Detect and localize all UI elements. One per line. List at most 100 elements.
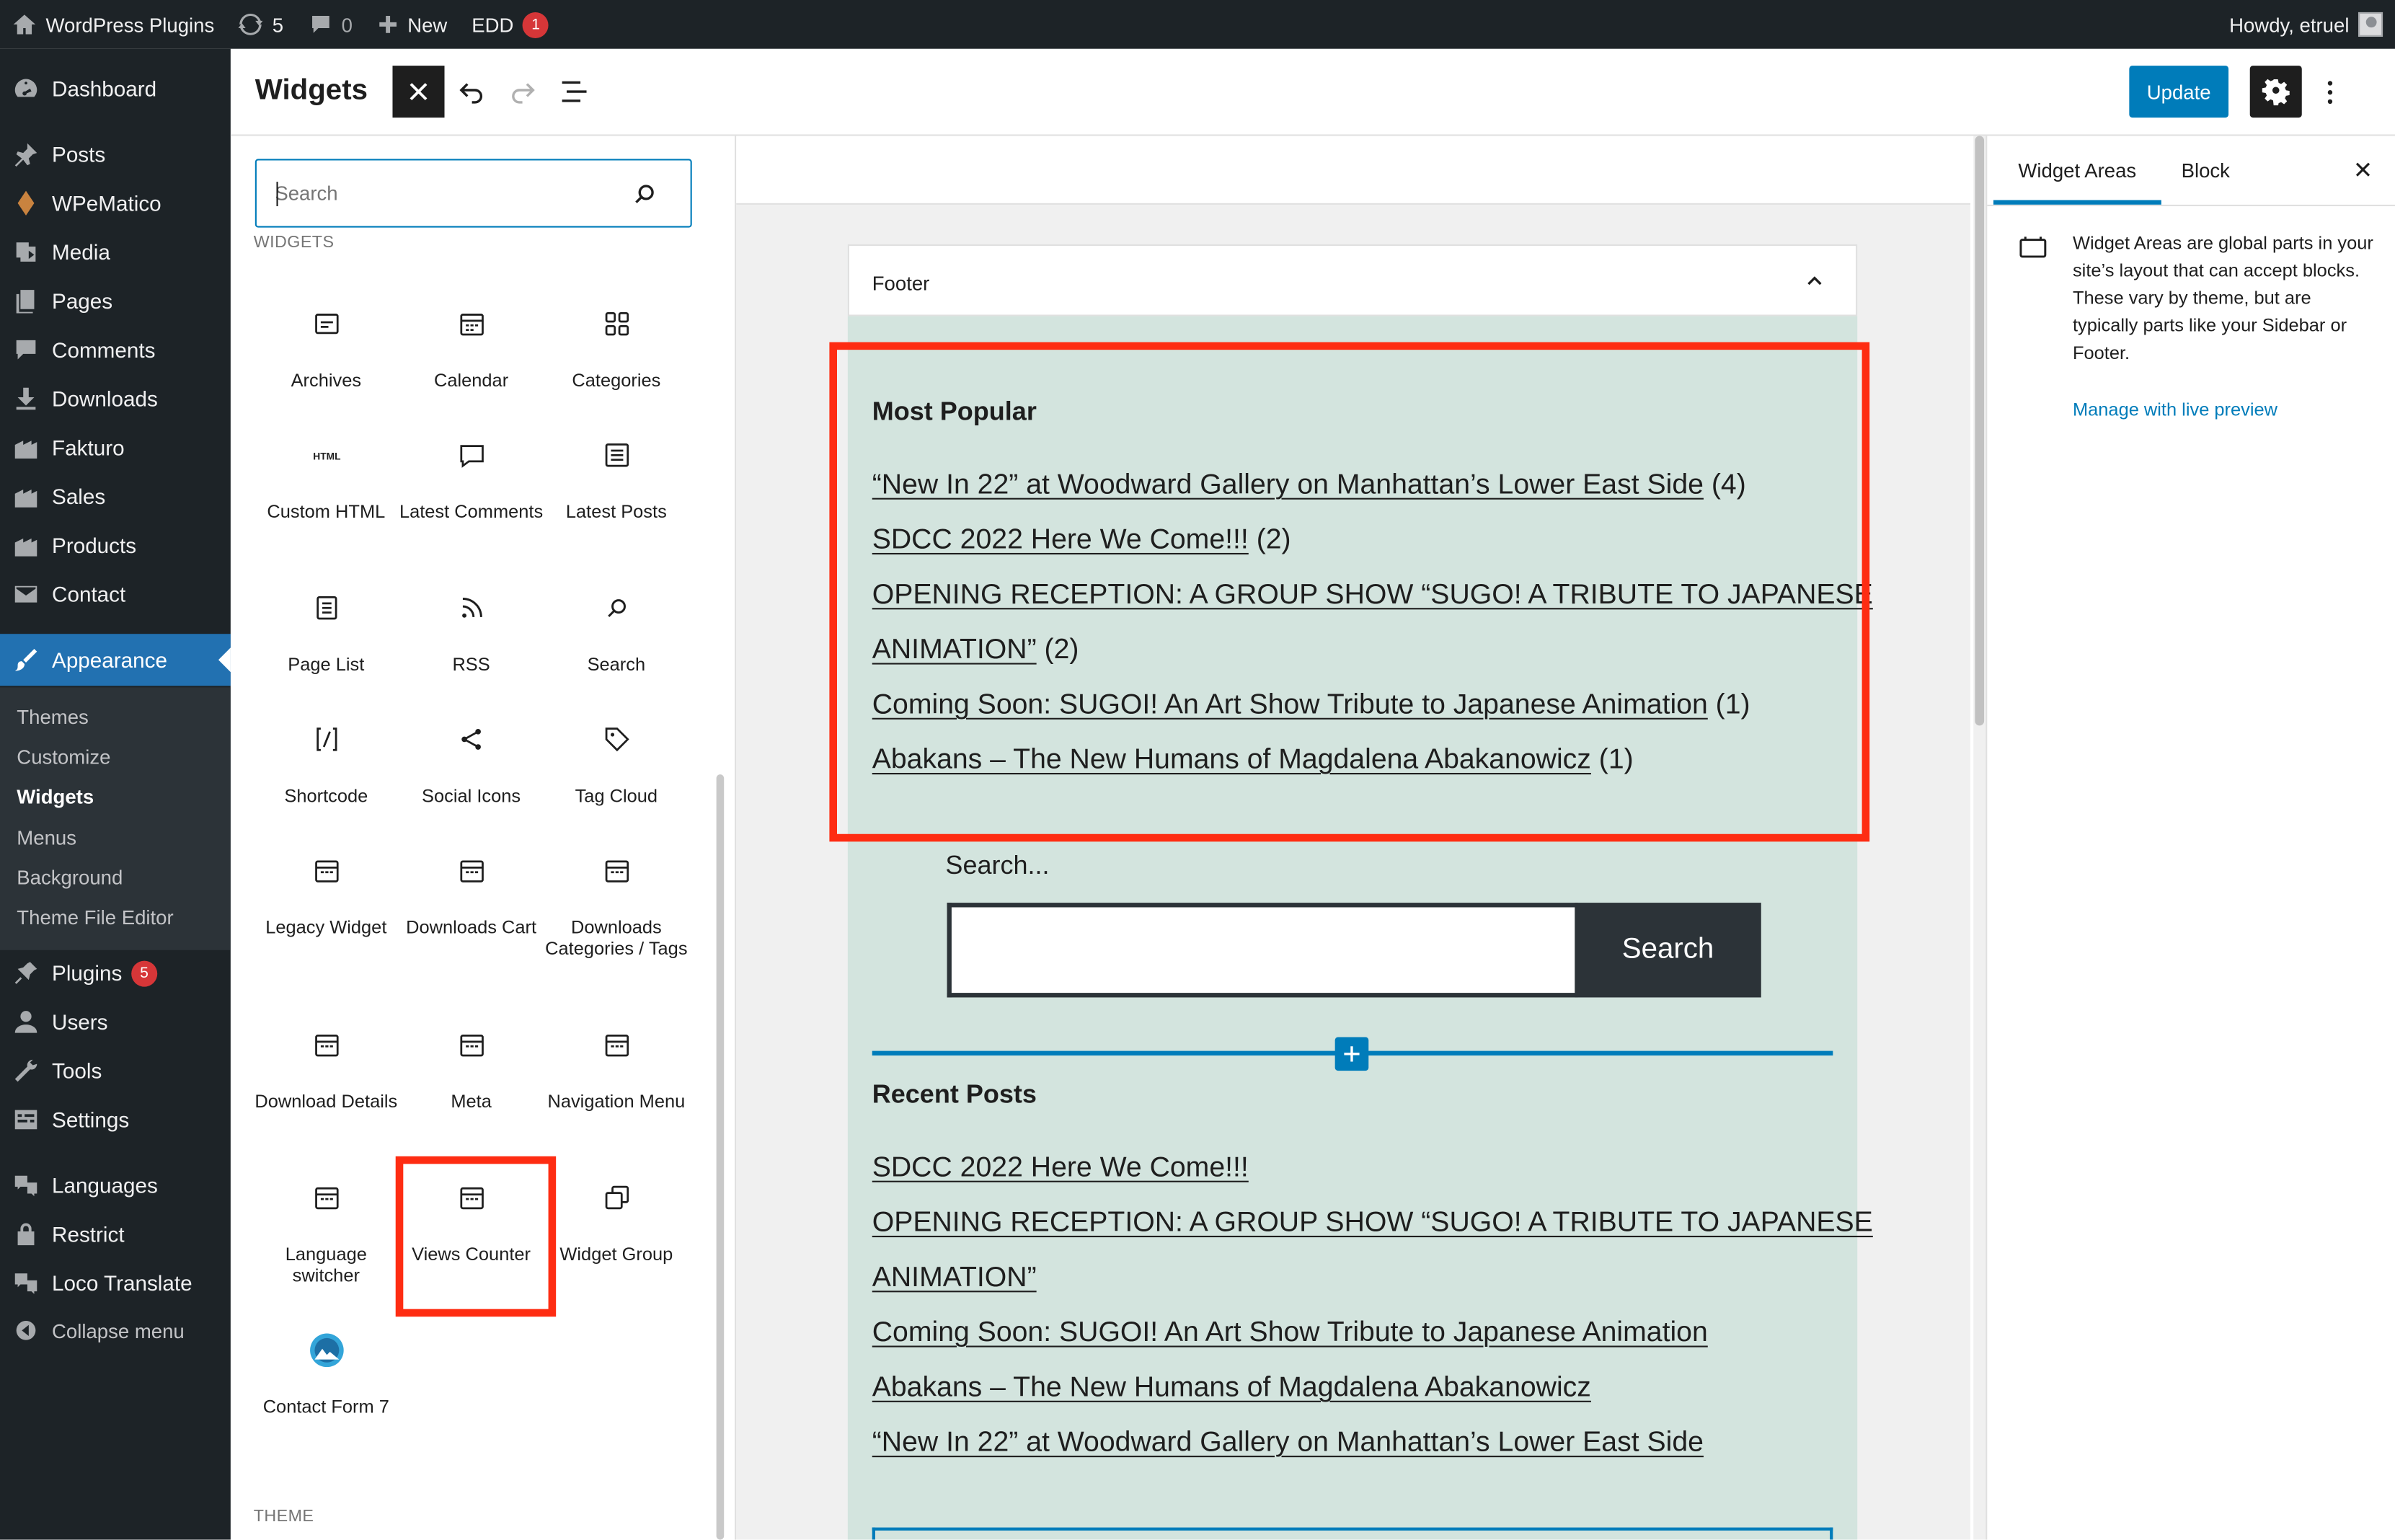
menu-dashboard[interactable]: Dashboard [0, 63, 231, 115]
update-button[interactable]: Update [2129, 66, 2229, 118]
search-widget-button[interactable]: Search [1575, 903, 1761, 998]
menu-pages[interactable]: Pages [0, 275, 231, 327]
recent-post-link[interactable]: OPENING RECEPTION: A GROUP SHOW “SUGO! A… [872, 1205, 1873, 1237]
block-shortcode[interactable]: Shortcode [254, 720, 399, 807]
submenu-themes[interactable]: Themes [17, 706, 89, 729]
popular-post-link[interactable]: ANIMATION” [872, 632, 1037, 664]
block-rss[interactable]: RSS [399, 588, 544, 675]
menu-label: Comments [52, 337, 156, 363]
popular-post-item: SDCC 2022 Here We Come!!! (2) [872, 523, 1291, 557]
submenu-widgets[interactable]: Widgets [17, 785, 94, 808]
menu-posts[interactable]: Posts [0, 128, 231, 180]
block-download-details[interactable]: Download Details [254, 1025, 399, 1112]
menu-languages[interactable]: Languages [0, 1159, 231, 1211]
widget-area-header[interactable]: Footer [847, 244, 1858, 317]
menu-label: Sales [52, 484, 106, 509]
menu-wpematico[interactable]: WPeMatico [0, 177, 231, 229]
menu-contact[interactable]: Contact [0, 568, 231, 620]
updates-link[interactable]: 5 [226, 0, 296, 49]
redo-icon[interactable] [505, 75, 539, 109]
list-view-icon[interactable] [557, 75, 591, 109]
popular-post-link[interactable]: Coming Soon: SUGOI! An Art Show Tribute … [872, 687, 1708, 719]
menu-settings[interactable]: Settings [0, 1094, 231, 1146]
chevron-up-icon[interactable] [1804, 270, 1825, 292]
inserter-scrollbar[interactable] [716, 774, 725, 1540]
widget-icon [254, 851, 399, 890]
block-navigation-menu[interactable]: Navigation Menu [544, 1025, 689, 1112]
tab-block[interactable]: Block [2164, 136, 2246, 205]
submenu-menus[interactable]: Menus [17, 826, 76, 849]
menu-fakturo[interactable]: Fakturo [0, 422, 231, 474]
block-tag-cloud[interactable]: Tag Cloud [544, 720, 689, 807]
block-downloads-cart[interactable]: Downloads Cart [399, 851, 544, 938]
block-legacy-widget[interactable]: Legacy Widget [254, 851, 399, 938]
block-page-list[interactable]: Page List [254, 588, 399, 676]
collapse-menu[interactable]: Collapse menu [0, 1304, 231, 1356]
recent-post-link[interactable]: Coming Soon: SUGOI! An Art Show Tribute … [872, 1315, 1708, 1347]
submenu-customize[interactable]: Customize [17, 745, 110, 769]
add-block-button[interactable] [1334, 1037, 1369, 1071]
manage-live-preview-link[interactable]: Manage with live preview [2073, 399, 2277, 420]
popular-post-link[interactable]: SDCC 2022 Here We Come!!! [872, 523, 1249, 554]
menu-plugins[interactable]: Plugins 5 [0, 947, 231, 999]
block-label: Page List [288, 653, 365, 676]
widget-area-title: Footer [872, 272, 930, 295]
block-language-switcher[interactable]: Language switcher [254, 1177, 399, 1286]
menu-restrict[interactable]: Restrict [0, 1208, 231, 1260]
my-account[interactable]: Howdy, etruel [2229, 0, 2383, 49]
brush-icon [0, 634, 52, 686]
edd-link[interactable]: EDD 1 [459, 0, 561, 49]
menu-sales[interactable]: Sales [0, 471, 231, 523]
block-search-input[interactable] [275, 175, 611, 210]
dashboard-icon [0, 63, 52, 115]
tab-widget-areas[interactable]: Widget Areas [1993, 136, 2161, 205]
menu-loco-translate[interactable]: Loco Translate [0, 1257, 231, 1309]
popular-post-link[interactable]: Abakans – The New Humans of Magdalena Ab… [872, 743, 1591, 774]
menu-media[interactable]: Media [0, 226, 231, 278]
canvas-scrollbar[interactable] [1973, 136, 1986, 1540]
menu-label: Appearance [52, 647, 168, 673]
block-latest-comments[interactable]: Latest Comments [399, 435, 544, 523]
menu-downloads[interactable]: Downloads [0, 373, 231, 425]
block-contact-form-7[interactable]: Contact Form 7 [254, 1330, 399, 1417]
block-custom-html[interactable]: HTML Custom HTML [254, 435, 399, 523]
menu-users[interactable]: Users [0, 996, 231, 1048]
submenu-theme-file-editor[interactable]: Theme File Editor [17, 906, 173, 929]
more-options-button[interactable] [2311, 70, 2347, 112]
block-label: Latest Posts [565, 500, 667, 523]
submenu-background[interactable]: Background [17, 866, 123, 889]
menu-appearance[interactable]: Appearance [0, 634, 231, 686]
popular-post-link[interactable]: “New In 22” at Woodward Gallery on Manha… [872, 467, 1704, 499]
block-archives[interactable]: Archives [254, 304, 399, 391]
block-calendar[interactable]: Calendar [399, 304, 544, 391]
plug-icon [0, 947, 52, 999]
block-latest-posts[interactable]: Latest Posts [544, 435, 689, 523]
block-views-counter[interactable]: Views Counter [399, 1177, 544, 1265]
comments-link[interactable]: 0 [296, 0, 365, 49]
new-content-link[interactable]: New [365, 0, 459, 49]
settings-button[interactable] [2249, 66, 2302, 118]
menu-tools[interactable]: Tools [0, 1045, 231, 1097]
search-widget-input[interactable] [947, 903, 1578, 998]
close-icon [410, 83, 428, 101]
recent-post-link[interactable]: ANIMATION” [872, 1260, 1037, 1292]
menu-products[interactable]: Products [0, 519, 231, 571]
popular-post-link[interactable]: OPENING RECEPTION: A GROUP SHOW “SUGO! A… [872, 578, 1873, 609]
block-search[interactable] [254, 159, 692, 228]
recent-post-link[interactable]: Abakans – The New Humans of Magdalena Ab… [872, 1370, 1591, 1402]
menu-comments[interactable]: Comments [0, 324, 231, 376]
undo-icon[interactable] [455, 75, 489, 109]
close-icon[interactable] [2351, 157, 2376, 182]
block-widget-group[interactable]: Widget Group [544, 1177, 689, 1265]
close-inserter-button[interactable] [392, 66, 445, 118]
site-name-link[interactable]: WordPress Plugins [0, 0, 226, 49]
recent-post-link[interactable]: “New In 22” at Woodward Gallery on Manha… [872, 1425, 1704, 1457]
block-social-icons[interactable]: Social Icons [399, 720, 544, 807]
block-search-widget[interactable]: Search [544, 588, 689, 675]
block-downloads-categories-tags[interactable]: Downloads Categories / Tags [544, 851, 689, 959]
block-meta[interactable]: Meta [399, 1025, 544, 1112]
next-block-outline[interactable] [872, 1527, 1833, 1540]
block-label: Contact Form 7 [262, 1396, 389, 1418]
block-categories[interactable]: Categories [544, 304, 689, 391]
recent-post-link[interactable]: SDCC 2022 Here We Come!!! [872, 1150, 1249, 1182]
